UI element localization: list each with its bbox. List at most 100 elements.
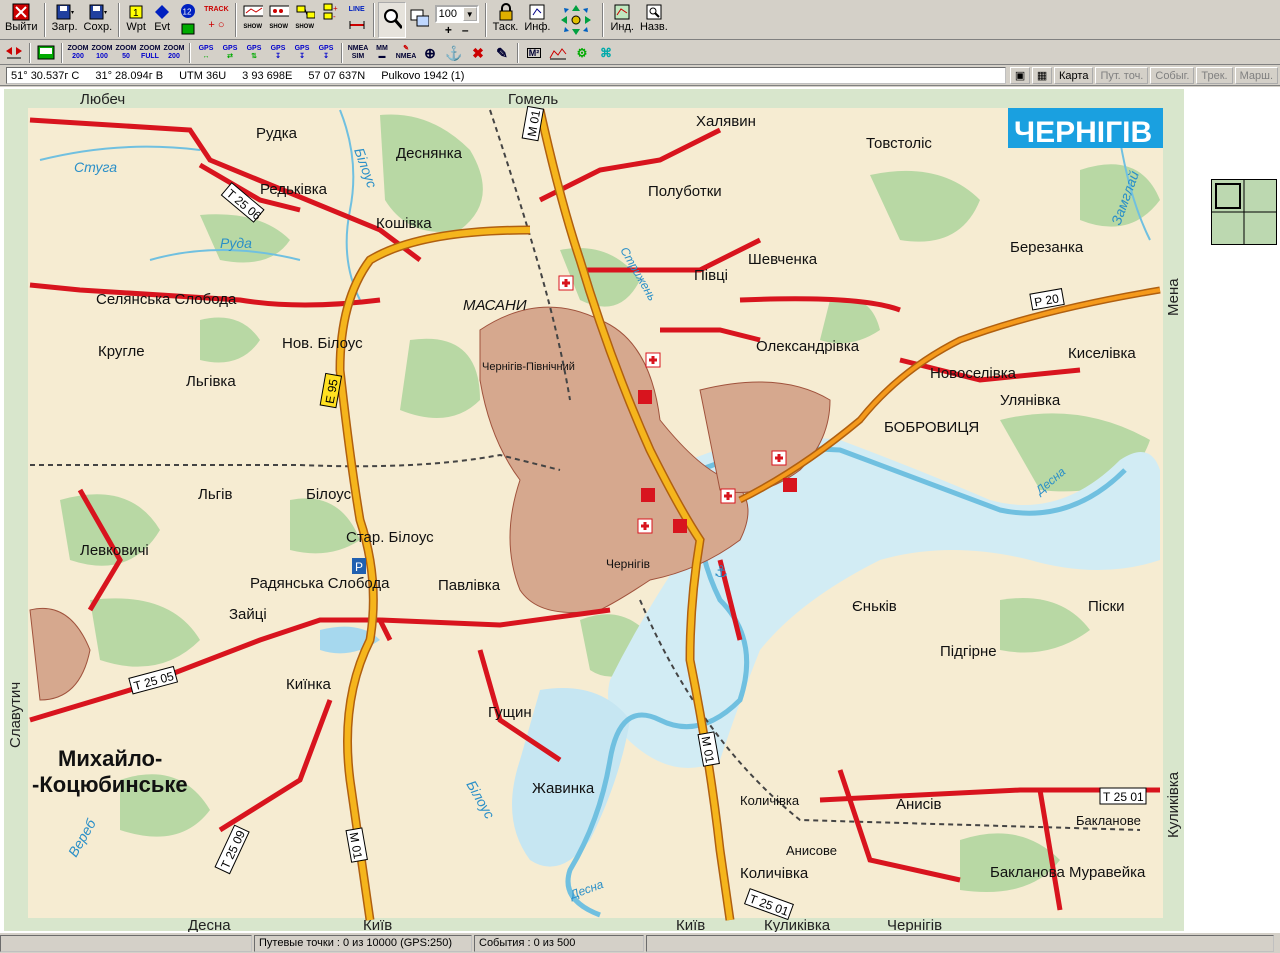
toolbar-separator <box>118 3 121 37</box>
overview-minimap[interactable] <box>1211 179 1277 245</box>
nmea-button[interactable]: ✎ NMEA <box>394 42 418 64</box>
chevron-down-icon[interactable]: ▼ <box>462 7 477 21</box>
target-button[interactable]: ⊕ <box>418 42 442 64</box>
road-shield-label: Т 25 01 <box>1103 790 1144 804</box>
toolbar-separator <box>484 3 487 37</box>
line-measure-icon <box>347 16 367 34</box>
exit-button[interactable]: Выйти <box>2 2 41 38</box>
events-layer-button[interactable]: Собыг. <box>1150 67 1195 84</box>
waypoints-layer-button[interactable]: Пут. точ. <box>1095 67 1149 84</box>
route-edit-button[interactable]: + - <box>318 2 344 38</box>
windows-button[interactable] <box>406 2 432 38</box>
track-button[interactable]: TRACK + ○ <box>201 2 232 38</box>
anchor-button[interactable]: ⚓ <box>442 42 466 64</box>
pencil-icon: ✎ <box>496 44 508 61</box>
waypoint-button[interactable]: 1 Wpt <box>123 2 149 38</box>
stop-icon: ✖ <box>472 44 484 61</box>
event-diamond-icon <box>152 3 172 21</box>
info-button[interactable]: Инф. <box>521 2 553 38</box>
gps-down-icon: ↧ <box>275 52 281 60</box>
gps-arrow-icon: ⇄ <box>227 52 233 60</box>
pin-button[interactable]: ⚙ <box>570 42 594 64</box>
place-label: Улянівка <box>1000 392 1061 409</box>
lock-icon <box>496 3 516 21</box>
area-button[interactable]: M² <box>522 42 546 64</box>
task-button[interactable]: Таск. <box>490 2 522 38</box>
edge-label-kulykivka-right: Куликівка <box>1165 771 1182 838</box>
save-button[interactable]: Сохр. <box>81 2 116 38</box>
magnifier-icon <box>382 4 402 34</box>
place-label: Анисове <box>786 843 837 858</box>
place-label: Бакланове <box>1076 813 1141 828</box>
utm-zone: UTM 36U <box>179 69 227 82</box>
route-show-button[interactable]: SHOW <box>292 2 318 38</box>
map-canvas[interactable]: ЧЕРНІГІВ Любеч Гомель Київ Десна Київ Ку… <box>0 87 1280 932</box>
place-label: Чернігів <box>606 557 650 571</box>
stop-button[interactable]: ✖ <box>466 42 490 64</box>
routes-layer-button[interactable]: Марш. <box>1234 67 1278 84</box>
pencil-button[interactable]: ✎ <box>490 42 514 64</box>
gps-button-3[interactable]: GPS ⇅ <box>242 42 266 64</box>
map-layer-button[interactable]: Карта <box>1054 67 1094 84</box>
gps-button-2[interactable]: GPS ⇄ <box>218 42 242 64</box>
gps-button-4[interactable]: GPS ↧ <box>266 42 290 64</box>
show-track-button[interactable]: SHOW <box>240 2 266 38</box>
zoom-level-combo[interactable]: 100 ▼ <box>434 5 479 23</box>
place-label: Бакланова Муравейка <box>990 864 1146 881</box>
scale-button[interactable] <box>2 42 26 64</box>
navigation-pad[interactable] <box>553 2 599 38</box>
status-pane-empty <box>646 934 1274 952</box>
map-image-button[interactable]: ▣ <box>1010 67 1031 84</box>
show-track2-button[interactable]: SHOW <box>266 2 292 38</box>
place-label: Олександрівка <box>756 338 860 355</box>
hospital-icon <box>641 488 655 502</box>
place-label: Стар. Білоус <box>346 529 434 546</box>
gps-button-1[interactable]: GPS ↔ <box>194 42 218 64</box>
zoom-full-button[interactable]: ZOOM FULL <box>138 42 162 64</box>
profile-button[interactable] <box>546 42 570 64</box>
layer-buttons: ▣ ▦ Карта Пут. точ. Собыг. Трек. Марш. <box>1010 67 1278 84</box>
number-badge-icon: 12 <box>178 3 198 21</box>
zoom-50-button[interactable]: ZOOM 50 <box>114 42 138 64</box>
toolbar-separator <box>517 42 519 63</box>
signal-button[interactable]: ⌘ <box>594 42 618 64</box>
save-map-button[interactable]: ▦ <box>1032 67 1053 84</box>
map-window-button[interactable] <box>34 42 58 64</box>
place-label: Підгірне <box>940 643 997 660</box>
tracks-layer-button[interactable]: Трек. <box>1196 67 1233 84</box>
edge-label-slavutych: Славутич <box>7 682 24 748</box>
status-events: События : 0 из 500 <box>474 934 644 952</box>
name-button[interactable]: Назв. <box>637 2 671 38</box>
zoom-200-button[interactable]: ZOOM 200 <box>66 42 90 64</box>
map-image[interactable]: ЧЕРНІГІВ Любеч Гомель Київ Десна Київ Ку… <box>0 87 1280 932</box>
index-icon <box>612 3 632 21</box>
status-waypoints: Путевые точки : 0 из 10000 (GPS:250) <box>254 934 472 952</box>
load-button[interactable]: Загр. <box>49 2 81 38</box>
main-toolbar: Выйти Загр. Сохр. 1 Wpt Evt 12 TRACK + ○ <box>0 0 1280 40</box>
green-square-icon <box>178 21 198 37</box>
index-button[interactable]: Инд. <box>607 2 636 38</box>
toolbar-separator <box>234 3 237 37</box>
toolbar-separator <box>341 42 343 63</box>
zoom-100-button[interactable]: ZOOM 100 <box>90 42 114 64</box>
nmea-sim-button[interactable]: NMEA SIM <box>346 42 370 64</box>
place-label: Новоселівка <box>930 365 1017 382</box>
number-button[interactable]: 12 <box>175 2 201 38</box>
line-button[interactable]: LINE <box>344 2 370 38</box>
northing: 57 07 637N <box>308 69 366 82</box>
zoom-level-control[interactable]: 100 ▼ + – <box>432 2 482 38</box>
gps-button-6[interactable]: GPS ↧ <box>314 42 338 64</box>
map-title: ЧЕРНІГІВ <box>1014 116 1152 149</box>
signal-icon: ⌘ <box>600 45 612 60</box>
gps-button-5[interactable]: GPS ↧ <box>290 42 314 64</box>
hospital-icon <box>637 518 653 534</box>
zoom-tool-button[interactable] <box>377 2 406 38</box>
hospital-icon <box>645 352 661 368</box>
mm-button[interactable]: MM ▬ <box>370 42 394 64</box>
crosshair-icon: ⊕ <box>424 44 436 61</box>
toolbar-separator <box>61 42 63 63</box>
event-button[interactable]: Evt <box>149 2 175 38</box>
place-label: Льгівка <box>186 373 236 390</box>
zoom-200b-button[interactable]: ZOOM 200 <box>162 42 186 64</box>
zoom-plus-minus[interactable]: + – <box>445 23 469 37</box>
